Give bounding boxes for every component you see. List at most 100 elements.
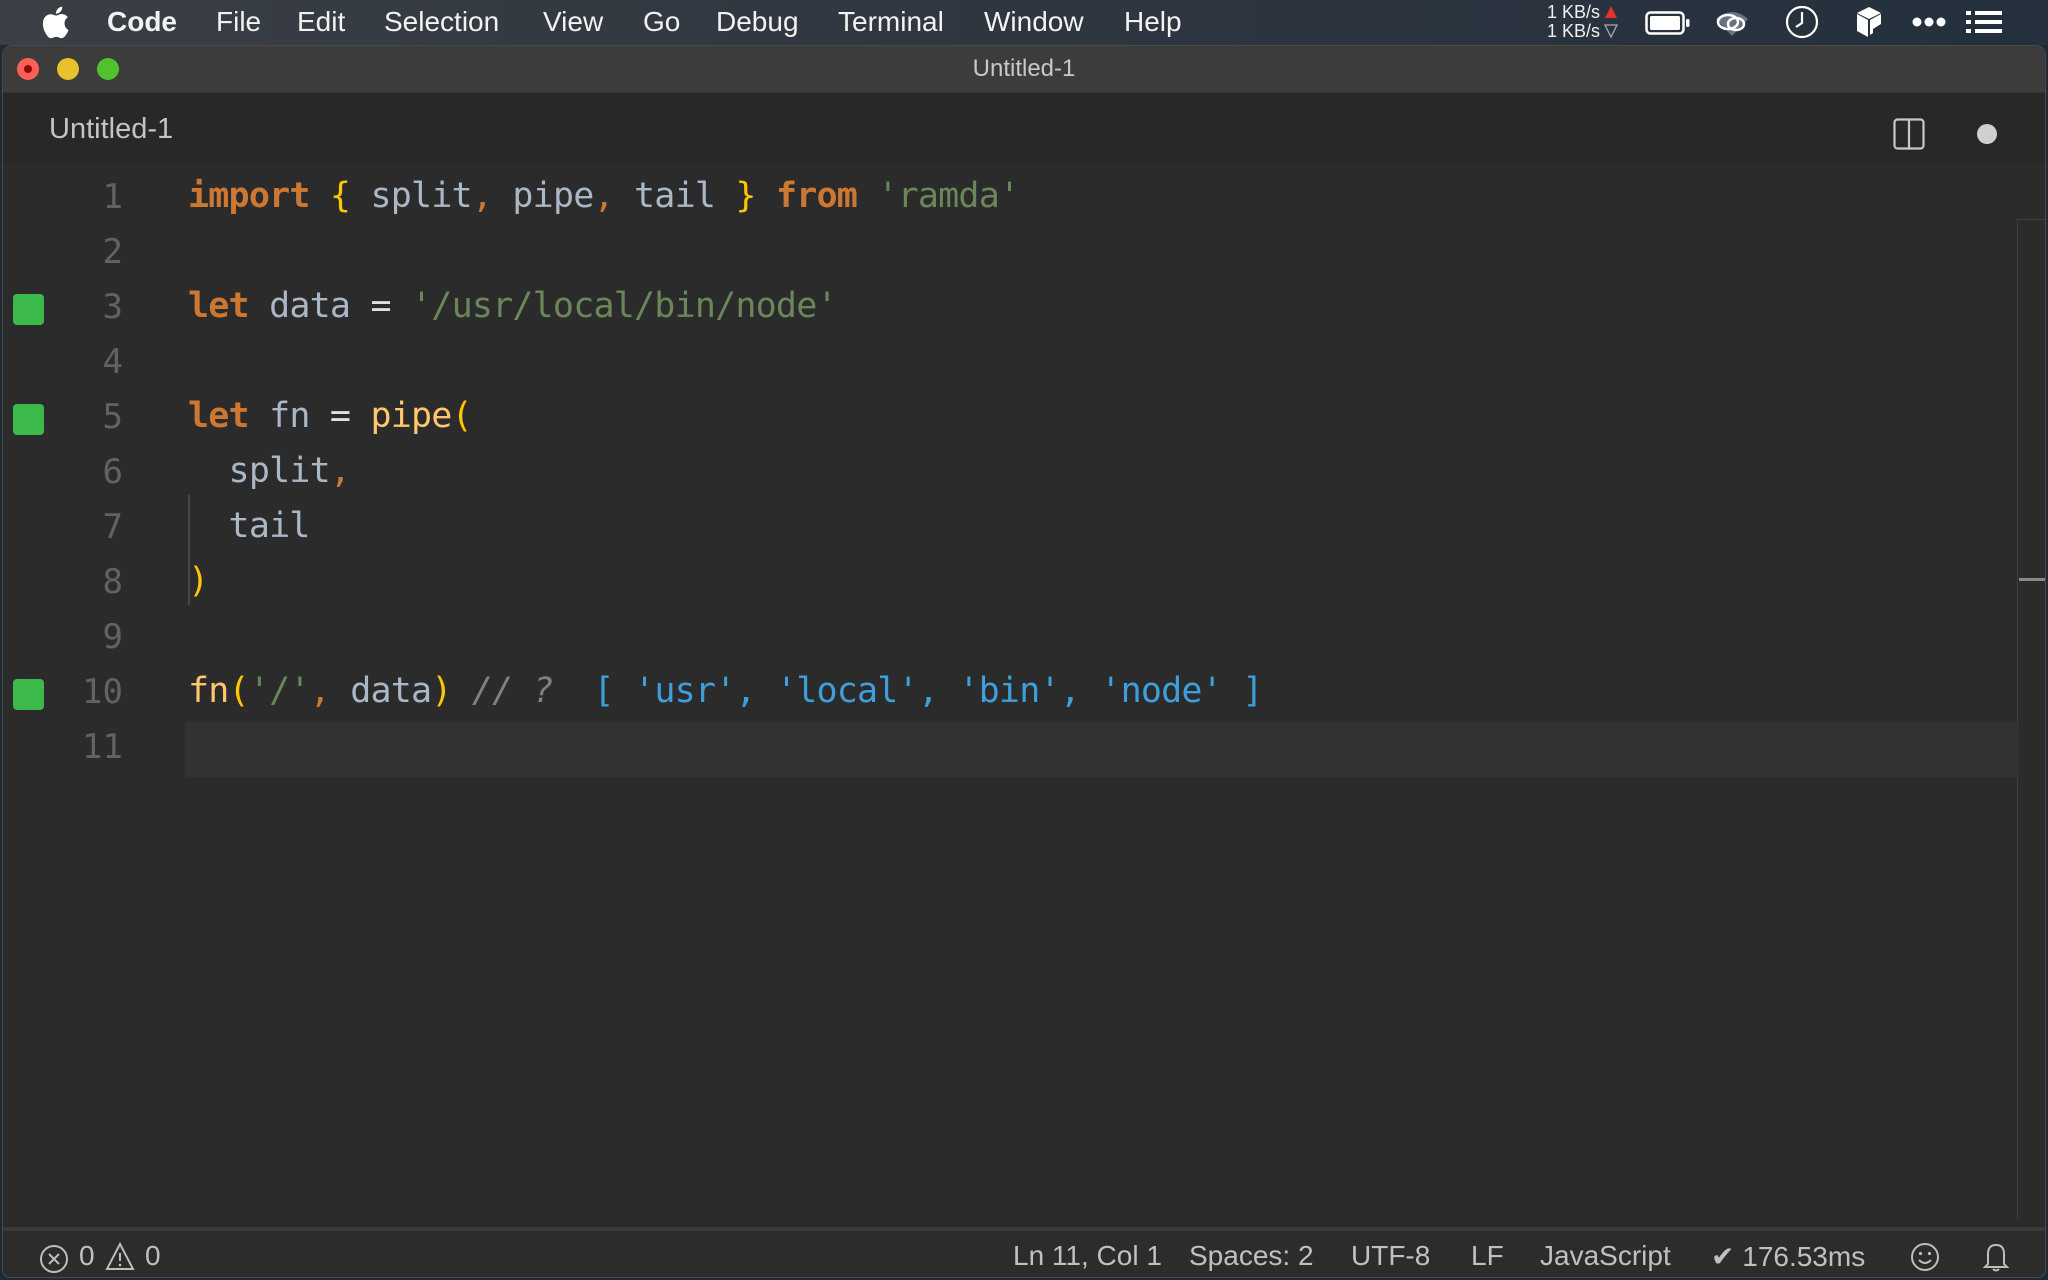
more-icon[interactable] bbox=[1912, 16, 1946, 28]
code-token: '/usr/local/bin/node' bbox=[411, 286, 838, 326]
upload-speed: 1 KB/s bbox=[1546, 2, 1600, 22]
code-line[interactable]: fn('/', data) // ? [ 'usr', 'local', 'bi… bbox=[188, 671, 1264, 711]
code-line[interactable]: import { split, pipe, tail } from 'ramda… bbox=[188, 176, 1020, 216]
unsaved-changes-dot-icon[interactable] bbox=[1977, 124, 1997, 144]
indentation-setting[interactable]: Spaces: 2 bbox=[1189, 1240, 1314, 1272]
code-token: data bbox=[329, 671, 432, 711]
menu-edit[interactable]: Edit bbox=[297, 6, 345, 38]
code-token: pipe bbox=[370, 396, 452, 436]
menu-terminal[interactable]: Terminal bbox=[838, 6, 944, 38]
line-number: 9 bbox=[102, 617, 123, 657]
line-number: 7 bbox=[102, 507, 123, 547]
code-token: from bbox=[775, 176, 858, 216]
list-icon[interactable] bbox=[1966, 10, 2002, 34]
line-number: 6 bbox=[102, 452, 123, 492]
line-number: 1 bbox=[102, 177, 123, 217]
quokka-coverage-marker-icon[interactable] bbox=[13, 404, 44, 435]
code-token: ) bbox=[188, 561, 209, 601]
line-number: 5 bbox=[102, 397, 123, 437]
split-editor-icon[interactable] bbox=[1893, 118, 1925, 150]
code-token: data bbox=[248, 286, 371, 326]
code-line[interactable]: split, bbox=[188, 451, 351, 491]
code-token: split bbox=[350, 176, 472, 216]
menu-selection[interactable]: Selection bbox=[384, 6, 499, 38]
quokka-timing[interactable]: ✔ 176.53ms bbox=[1711, 1240, 1865, 1273]
error-icon[interactable] bbox=[39, 1244, 69, 1274]
macos-menu-bar: Code File Edit Selection View Go Debug T… bbox=[0, 0, 2048, 45]
window-title: Untitled-1 bbox=[972, 55, 1076, 82]
menu-app-name[interactable]: Code bbox=[107, 6, 177, 38]
code-token: , bbox=[309, 671, 331, 711]
line-number: 2 bbox=[102, 232, 123, 272]
cursor-position[interactable]: Ln 11, Col 1 bbox=[1013, 1240, 1162, 1272]
code-token: tail bbox=[613, 176, 736, 216]
warning-icon[interactable] bbox=[105, 1242, 135, 1272]
notifications-bell-icon[interactable] bbox=[1982, 1241, 2010, 1273]
menu-go[interactable]: Go bbox=[643, 6, 680, 38]
code-token: tail bbox=[188, 506, 311, 546]
code-token: import bbox=[188, 176, 310, 216]
code-line[interactable]: let data = '/usr/local/bin/node' bbox=[188, 286, 838, 326]
feedback-smiley-icon[interactable] bbox=[1910, 1241, 1940, 1273]
creative-cloud-icon[interactable] bbox=[1713, 9, 1751, 37]
end-of-line[interactable]: LF bbox=[1471, 1240, 1504, 1272]
file-encoding[interactable]: UTF-8 bbox=[1351, 1240, 1430, 1272]
code-token: { bbox=[329, 176, 351, 216]
code-token: = bbox=[370, 286, 391, 326]
tab-untitled-1[interactable]: Untitled-1 bbox=[49, 113, 173, 146]
menu-window[interactable]: Window bbox=[984, 6, 1084, 38]
menu-file[interactable]: File bbox=[216, 6, 261, 38]
battery-icon[interactable] bbox=[1645, 11, 1691, 35]
code-token: ( bbox=[228, 671, 250, 711]
code-token: // ? bbox=[471, 671, 554, 711]
language-mode[interactable]: JavaScript bbox=[1540, 1240, 1671, 1272]
code-token: let bbox=[188, 286, 250, 326]
code-token: 'ramda' bbox=[877, 176, 1020, 216]
title-bar[interactable]: Untitled-1 bbox=[3, 46, 2045, 93]
code-token: , bbox=[329, 451, 351, 491]
code-token: ( bbox=[451, 396, 473, 436]
scrollbar-position-marker[interactable] bbox=[2019, 578, 2045, 581]
line-number: 10 bbox=[82, 672, 123, 712]
code-token: '/' bbox=[248, 671, 311, 711]
code-line[interactable]: ) bbox=[188, 561, 209, 601]
code-token: } bbox=[735, 176, 756, 216]
minimap-border-top bbox=[2017, 219, 2045, 220]
code-token: = bbox=[329, 396, 351, 436]
network-arrows-icon bbox=[1604, 6, 1618, 39]
apple-logo-icon[interactable] bbox=[40, 4, 70, 40]
code-token: pipe bbox=[492, 176, 594, 216]
clock-icon[interactable] bbox=[1785, 5, 1819, 39]
menu-view[interactable]: View bbox=[543, 6, 603, 38]
line-number: 11 bbox=[82, 727, 123, 767]
code-token: , bbox=[471, 176, 493, 216]
code-token: ) bbox=[431, 671, 452, 711]
code-editor[interactable]: 1 import { split, pipe, tail } from 'ramd… bbox=[3, 165, 2045, 1225]
quokka-coverage-marker-icon[interactable] bbox=[13, 294, 44, 325]
box-icon[interactable] bbox=[1855, 5, 1883, 39]
vscode-window: Untitled-1 Untitled-1 1 import { split, p… bbox=[2, 45, 2046, 1278]
network-speed[interactable]: 1 KB/s 1 KB/s bbox=[1542, 3, 1600, 41]
code-token: split bbox=[188, 451, 331, 491]
status-bar: 0 0 Ln 11, Col 1 Spaces: 2 UTF-8 LF Java… bbox=[3, 1227, 2045, 1277]
menu-debug[interactable]: Debug bbox=[716, 6, 799, 38]
current-line-highlight bbox=[185, 722, 2019, 777]
code-line[interactable]: let fn = pipe( bbox=[188, 396, 473, 436]
error-count[interactable]: 0 bbox=[79, 1240, 95, 1272]
tab-bar: Untitled-1 bbox=[3, 93, 2045, 165]
code-token: fn bbox=[188, 671, 229, 711]
code-token: let bbox=[188, 396, 250, 436]
line-number: 3 bbox=[102, 287, 123, 327]
inline-result: [ 'usr', 'local', 'bin', 'node' ] bbox=[593, 671, 1264, 711]
code-line[interactable]: tail bbox=[188, 506, 311, 546]
minimap-border bbox=[2017, 219, 2018, 1219]
menu-help[interactable]: Help bbox=[1124, 6, 1182, 38]
quokka-coverage-marker-icon[interactable] bbox=[13, 679, 44, 710]
warning-count[interactable]: 0 bbox=[145, 1240, 161, 1272]
